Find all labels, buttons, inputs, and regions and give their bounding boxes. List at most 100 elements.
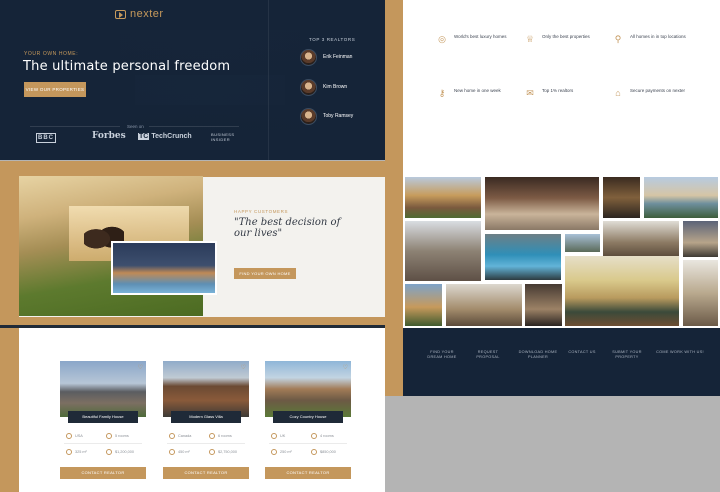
realtor-name: Toby Ramsey (323, 113, 354, 119)
logo-icon (115, 9, 126, 19)
user-icon (106, 433, 112, 439)
listing-image[interactable] (163, 361, 249, 417)
listing-image[interactable] (60, 361, 146, 417)
gallery-image[interactable] (565, 256, 679, 326)
listing-location: Canada (169, 433, 191, 439)
listing-name: Beautiful Family House (68, 411, 138, 423)
listing-card: ♡ Beautiful Family House USA 5 rooms 325… (60, 361, 146, 479)
contact-realtor-button[interactable]: CONTACT REALTOR (163, 467, 249, 479)
user-icon (311, 433, 317, 439)
hero-divider (268, 0, 269, 160)
logo[interactable]: nexter (115, 8, 164, 20)
gallery-image[interactable] (683, 260, 718, 326)
key-icon: ⚷ (438, 88, 446, 98)
feature-title: Only the best properties (542, 34, 590, 39)
area-icon (271, 449, 277, 455)
listing-price-text: $850,000 (320, 450, 336, 454)
footer-link-submit-property[interactable]: SUBMIT YOUR PROPERTY (608, 350, 646, 360)
hero-section: nexter YOUR OWN HOME: The ultimate perso… (0, 0, 385, 160)
avatar (300, 108, 317, 125)
listing-price: $1,200,000 (106, 449, 134, 455)
listing-name: Modern Glass Villa (171, 411, 241, 423)
seen-on-divider-left (30, 126, 120, 127)
gallery-image[interactable] (565, 234, 600, 252)
feature-title: New home in one week (454, 88, 501, 93)
hero-eyebrow: YOUR OWN HOME: (24, 51, 79, 57)
listing-area-text: 250 m² (280, 450, 292, 454)
techcrunch-mark-icon: TC (138, 133, 150, 140)
brand-logo-forbes: Forbes (92, 131, 126, 141)
listing-image[interactable] (265, 361, 351, 417)
card-divider (269, 443, 347, 444)
listing-area: 325 m² (66, 449, 87, 455)
gallery-image[interactable] (485, 177, 599, 230)
realtors-title: TOP 3 REALTORS (309, 37, 356, 42)
feature-title: All homes in in top locations (630, 34, 686, 39)
listing-rooms: 4 rooms (311, 433, 334, 439)
footer-link-contact[interactable]: CONTACT US (566, 350, 598, 355)
gallery-image[interactable] (405, 177, 481, 218)
listing-area-text: 450 m² (178, 450, 190, 454)
realtor-item[interactable]: Kim Brown (300, 79, 347, 96)
listing-area-text: 325 m² (75, 450, 87, 454)
testimonial-pool-image (111, 241, 217, 295)
contact-realtor-button[interactable]: CONTACT REALTOR (60, 467, 146, 479)
gallery-image[interactable] (603, 221, 679, 257)
testimonial-eyebrow: HAPPY CUSTOMERS (234, 209, 289, 214)
footer-link-find-home[interactable]: FIND YOUR DREAM HOME (423, 350, 461, 360)
listing-price-text: $2,750,000 (218, 450, 238, 454)
gallery-image[interactable] (405, 284, 442, 326)
gallery-image[interactable] (603, 177, 640, 218)
realtor-name: Erik Feinman (323, 54, 353, 60)
user-icon (209, 433, 215, 439)
gallery-image[interactable] (485, 234, 561, 280)
brand-bbc-box: BBC (36, 133, 56, 143)
gallery-image[interactable] (683, 221, 718, 257)
listing-card: ♡ Cozy Country House UK 4 rooms 250 m² $… (265, 361, 351, 479)
listing-rooms-text: 5 rooms (115, 434, 129, 438)
listing-location-text: UK (280, 434, 286, 438)
map-pin-icon: ⚲ (614, 34, 622, 44)
gallery-section (403, 172, 720, 328)
listing-card: ♡ Modern Glass Villa Canada 6 rooms 450 … (163, 361, 249, 479)
listing-rooms: 6 rooms (209, 433, 232, 439)
area-icon (66, 449, 72, 455)
price-tag-icon (311, 449, 317, 455)
footer-link-work-with-us[interactable]: COME WORK WITH US! (655, 350, 705, 355)
listing-price: $850,000 (311, 449, 336, 455)
logo-text: nexter (130, 8, 164, 20)
gallery-image[interactable] (405, 221, 481, 281)
view-properties-button[interactable]: VIEW OUR PROPERTIES (24, 82, 86, 97)
page-canvas: nexter YOUR OWN HOME: The ultimate perso… (0, 0, 720, 492)
listing-location-text: Canada (178, 434, 192, 438)
features-section: ◎ World's best luxury homes ♕ Only the b… (403, 0, 720, 172)
avatar (300, 49, 317, 66)
listing-rooms: 5 rooms (106, 433, 129, 439)
map-pin-icon (169, 433, 175, 439)
listing-location: USA (66, 433, 83, 439)
heart-icon[interactable]: ♡ (343, 364, 348, 371)
brand-logo-business-insider: BUSINESS INSIDER (211, 132, 235, 142)
heart-icon[interactable]: ♡ (138, 364, 143, 371)
footer-link-download-planner[interactable]: DOWNLOAD HOME PLANNER (518, 350, 558, 360)
listing-location: UK (271, 433, 285, 439)
brand-logo-techcrunch: TC TechCrunch (138, 133, 192, 140)
listing-rooms-text: 4 rooms (320, 434, 334, 438)
gallery-image[interactable] (446, 284, 522, 326)
footer-link-request-proposal[interactable]: REQUEST PROPOSAL (468, 350, 508, 360)
footer: FIND YOUR DREAM HOME REQUEST PROPOSAL DO… (403, 328, 720, 396)
gallery-image[interactable] (644, 177, 718, 218)
listing-price: $2,750,000 (209, 449, 237, 455)
realtor-item[interactable]: Erik Feinman (300, 49, 352, 66)
heart-icon[interactable]: ♡ (241, 364, 246, 371)
feature-title: Secure payments on nexter (630, 88, 686, 93)
hero-title: The ultimate personal freedom (23, 59, 231, 74)
listing-area: 450 m² (169, 449, 190, 455)
find-home-button[interactable]: FIND YOUR OWN HOME (234, 268, 296, 279)
listing-name: Cozy Country House (273, 411, 343, 423)
listing-location-text: USA (75, 434, 83, 438)
gallery-image[interactable] (525, 284, 562, 326)
realtor-item[interactable]: Toby Ramsey (300, 108, 353, 125)
trophy-icon: ♕ (525, 34, 535, 44)
contact-realtor-button[interactable]: CONTACT REALTOR (265, 467, 351, 479)
